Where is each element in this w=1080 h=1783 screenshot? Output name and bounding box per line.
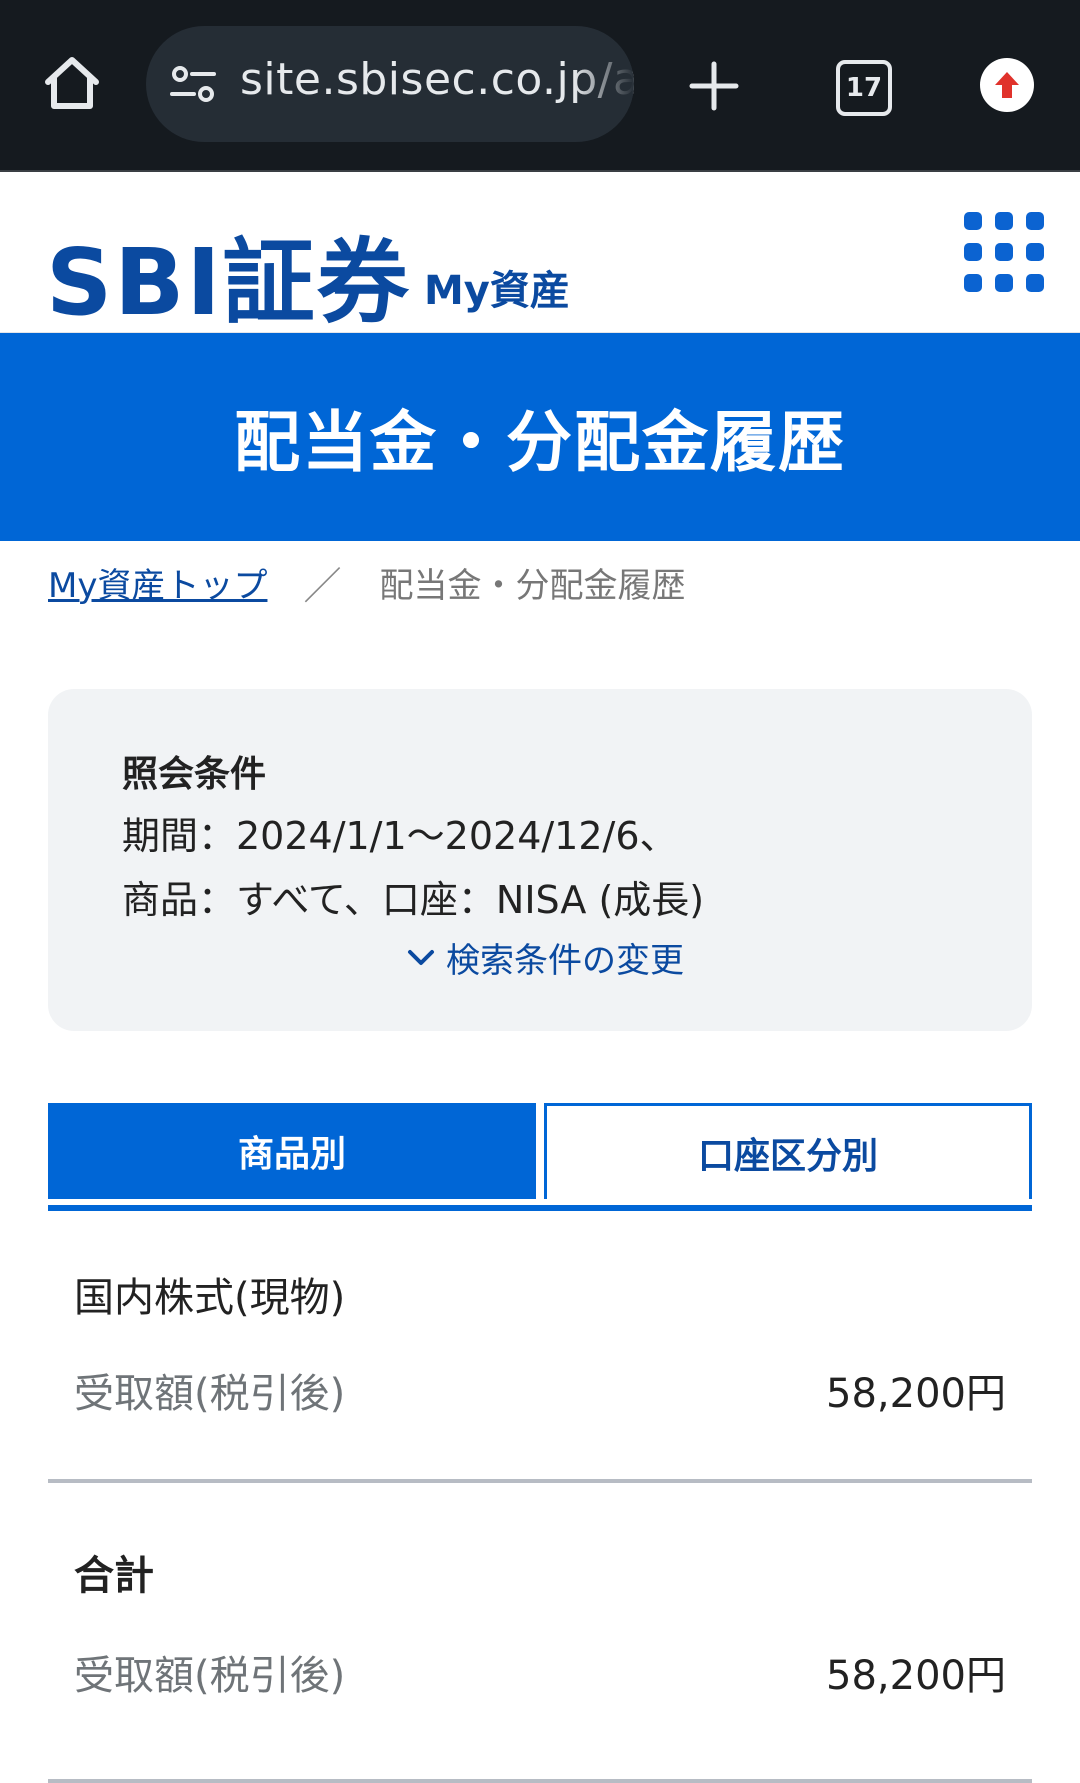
- results-list: 国内株式(現物) 受取額(税引後) 58,200円 合計 受取額(税引後) 58…: [48, 1211, 1032, 1783]
- total-title: 合計: [74, 1553, 154, 1599]
- change-conditions-link[interactable]: 検索条件の変更: [406, 933, 684, 982]
- home-icon[interactable]: [40, 52, 104, 116]
- conditions-title: 照会条件: [122, 754, 267, 795]
- category-name: 国内株式(現物): [74, 1275, 346, 1321]
- sbi-logo[interactable]: SBI証券: [46, 208, 411, 341]
- site-settings-icon[interactable]: [168, 64, 218, 104]
- amount-value: 58,200円: [826, 1371, 1006, 1417]
- new-tab-icon[interactable]: [688, 60, 740, 112]
- search-conditions-box: 照会条件 期間：2024/1/1～2024/12/6、 商品：すべて、口座：NI…: [48, 689, 1032, 1031]
- address-bar[interactable]: site.sbisec.co.jp/a: [146, 26, 634, 142]
- breadcrumb-current: 配当金・分配金履歴: [379, 565, 686, 606]
- header-subtitle: My資産: [424, 268, 570, 314]
- tab-by-product[interactable]: 商品別: [48, 1103, 536, 1199]
- chevron-down-icon: [408, 949, 434, 965]
- url-fade: [574, 26, 634, 142]
- amount-label: 受取額(税引後): [74, 1371, 346, 1417]
- page-title: 配当金・分配金履歴: [234, 404, 846, 481]
- conditions-product-account: 商品：すべて、口座：NISA (成長): [122, 878, 705, 922]
- tab-switcher-button[interactable]: 17: [836, 60, 892, 116]
- page-title-banner: 配当金・分配金履歴: [0, 333, 1080, 541]
- update-icon[interactable]: [980, 58, 1034, 112]
- view-tabs: 商品別 口座区分別: [48, 1103, 1032, 1211]
- total-amount-value: 58,200円: [826, 1653, 1006, 1699]
- total-section: 合計 受取額(税引後) 58,200円: [48, 1483, 1032, 1783]
- breadcrumb: My資産トップ ／ 配当金・分配金履歴: [0, 541, 1080, 623]
- list-item: 国内株式(現物) 受取額(税引後) 58,200円: [48, 1211, 1032, 1483]
- total-amount-label: 受取額(税引後): [74, 1653, 346, 1699]
- change-conditions-label[interactable]: 検索条件の変更: [446, 933, 684, 982]
- menu-grid-icon[interactable]: [964, 212, 1050, 298]
- conditions-period: 期間：2024/1/1～2024/12/6、: [122, 814, 678, 858]
- breadcrumb-separator: ／: [303, 563, 342, 608]
- tab-by-account-type[interactable]: 口座区分別: [544, 1103, 1032, 1199]
- browser-toolbar: site.sbisec.co.jp/a 17: [0, 0, 1080, 172]
- breadcrumb-home-link[interactable]: My資産トップ: [48, 558, 267, 607]
- site-header: SBI証券 My資産: [0, 172, 1080, 336]
